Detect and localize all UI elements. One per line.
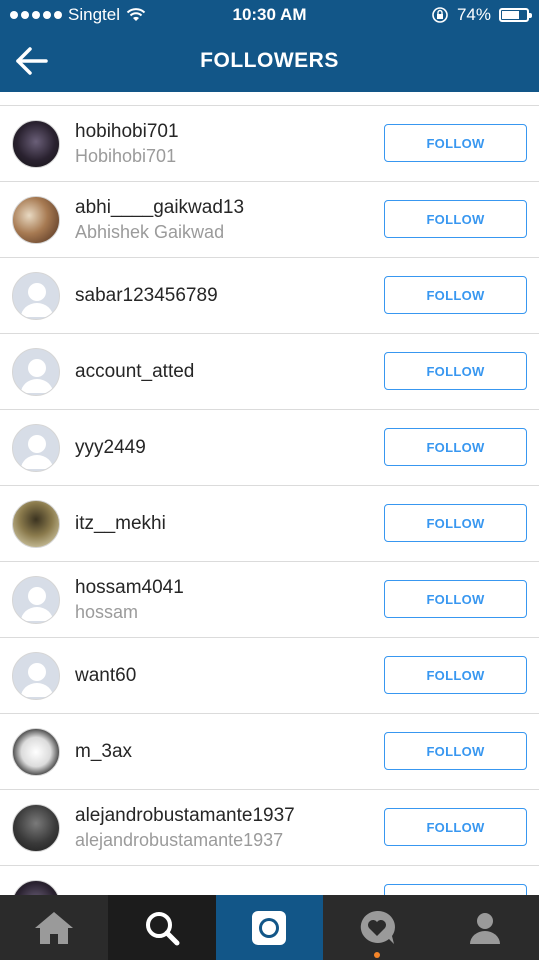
page-title: FOLLOWERS xyxy=(200,49,339,72)
avatar[interactable] xyxy=(12,348,60,396)
tab-home[interactable] xyxy=(0,895,108,960)
follow-button[interactable]: FOLLOW xyxy=(384,580,527,618)
username[interactable]: yyy2449 xyxy=(75,436,146,460)
follower-row[interactable]: m_3ax FOLLOW xyxy=(0,714,539,790)
username[interactable]: sabar123456789 xyxy=(75,284,218,308)
username[interactable]: alejandrobustamante1937 xyxy=(75,804,295,828)
follow-button[interactable]: FOLLOW xyxy=(384,656,527,694)
username[interactable]: account_atted xyxy=(75,360,194,384)
avatar[interactable] xyxy=(12,804,60,852)
username[interactable]: m_3ax xyxy=(75,740,132,764)
avatar[interactable] xyxy=(12,880,60,895)
follower-names: m_3ax xyxy=(75,714,132,790)
follow-button[interactable]: FOLLOW xyxy=(384,124,527,162)
follower-names: itz__mekhi xyxy=(75,486,166,562)
profile-icon xyxy=(470,912,501,944)
avatar[interactable] xyxy=(12,728,60,776)
default-avatar-icon xyxy=(21,359,53,393)
follow-button[interactable]: FOLLOW xyxy=(384,276,527,314)
follower-row[interactable]: itz__mekhi FOLLOW xyxy=(0,486,539,562)
followers-list[interactable]: hobihobi701 Hobihobi701 FOLLOW abhi____gaik… xyxy=(0,92,539,895)
tab-profile[interactable] xyxy=(431,895,539,960)
follower-row[interactable]: yyy2449 FOLLOW xyxy=(0,410,539,486)
follower-names: marco_rous_style_11 xyxy=(75,866,255,895)
follower-row[interactable]: want60 FOLLOW xyxy=(0,638,539,714)
notification-dot xyxy=(374,952,381,958)
follower-names: account_atted xyxy=(75,334,194,410)
follower-names: want60 xyxy=(75,638,136,714)
default-avatar-icon xyxy=(21,663,53,697)
username[interactable]: hossam4041 xyxy=(75,576,184,600)
follow-button[interactable]: FOLLOW xyxy=(384,200,527,238)
follower-names: alejandrobustamante1937 alejandrobustaman… xyxy=(75,790,295,866)
tab-search[interactable] xyxy=(107,895,216,960)
username[interactable]: want60 xyxy=(75,664,136,688)
default-avatar-icon xyxy=(21,435,53,469)
battery-percent: 74% xyxy=(456,5,491,24)
tab-camera[interactable] xyxy=(215,895,324,960)
camera-icon xyxy=(252,910,287,945)
battery-icon xyxy=(499,8,532,22)
username[interactable]: itz__mekhi xyxy=(75,512,166,536)
full-name: Abhishek Gaikwad xyxy=(75,222,225,242)
avatar[interactable] xyxy=(12,576,60,624)
follower-row[interactable]: hossam4041 hossam FOLLOW xyxy=(0,562,539,638)
full-name: alejandrobustamante1937 xyxy=(75,830,284,850)
follower-row[interactable]: account_atted FOLLOW xyxy=(0,334,539,410)
status-bar: Singtel 10:30 AM 74% xyxy=(0,0,539,30)
follower-row[interactable]: sabar123456789 FOLLOW xyxy=(0,258,539,334)
follower-names: abhi____gaikwad13 Abhishek Gaikwad xyxy=(75,182,244,258)
full-name: hossam xyxy=(75,602,139,622)
nav-header: FOLLOWERS xyxy=(0,30,539,92)
username[interactable]: hobihobi701 xyxy=(75,120,179,144)
follower-names: hossam4041 hossam xyxy=(75,562,184,638)
tab-activity[interactable] xyxy=(323,895,431,960)
default-avatar-icon xyxy=(21,587,53,621)
bottom-tab-bar xyxy=(0,895,539,960)
follow-button[interactable]: FOLLOW xyxy=(384,352,527,390)
search-icon xyxy=(145,911,180,945)
avatar[interactable] xyxy=(12,424,60,472)
avatar[interactable] xyxy=(12,196,60,244)
follower-row[interactable]: alejandrobustamante1937 alejandrobustaman… xyxy=(0,790,539,866)
follow-button[interactable]: FOLLOW xyxy=(384,808,527,846)
avatar[interactable] xyxy=(12,272,60,320)
follower-row[interactable]: hobihobi701 Hobihobi701 FOLLOW xyxy=(0,106,539,182)
avatar[interactable] xyxy=(12,500,60,548)
avatar[interactable] xyxy=(12,120,60,168)
follow-button[interactable]: FOLLOW xyxy=(384,884,527,895)
follower-row[interactable]: abhi____gaikwad13 Abhishek Gaikwad FOLLOW xyxy=(0,182,539,258)
battery-status: 74% xyxy=(431,0,532,30)
default-avatar-icon xyxy=(21,283,53,317)
list-item-partial xyxy=(0,92,539,106)
follower-names: hobihobi701 Hobihobi701 xyxy=(75,106,179,182)
avatar[interactable] xyxy=(12,652,60,700)
follow-button[interactable]: FOLLOW xyxy=(384,732,527,770)
follow-button[interactable]: FOLLOW xyxy=(384,504,527,542)
home-icon xyxy=(34,911,73,944)
follower-row[interactable]: marco_rous_style_11 FOLLOW xyxy=(0,866,539,895)
full-name: Hobihobi701 xyxy=(75,146,177,166)
follower-names: yyy2449 xyxy=(75,410,146,486)
follower-names: sabar123456789 xyxy=(75,258,218,334)
orientation-lock-icon xyxy=(432,7,448,23)
activity-heart-icon xyxy=(361,910,396,944)
username[interactable]: abhi____gaikwad13 xyxy=(75,196,244,220)
follow-button[interactable]: FOLLOW xyxy=(384,428,527,466)
